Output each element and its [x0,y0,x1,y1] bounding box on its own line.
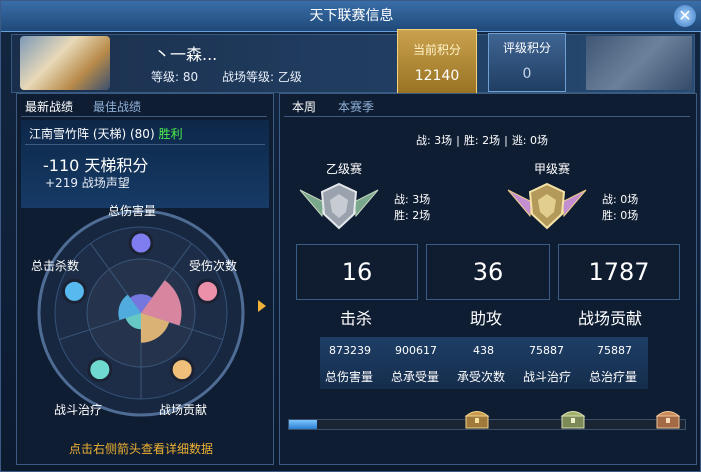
league-a-battles: 战: 0场 [602,193,639,206]
league-info-window: 天下联赛信息 ✕ 丶一森... 等级: 80 战场等级: 乙级 当前积分 121… [0,0,701,472]
battle-divider [25,144,265,145]
player-name: 丶一森... [154,45,218,64]
battle-title-line: 江南雪竹阵 (天梯) (80) 胜利 [29,125,183,142]
radar-label-combat-healing: 战斗治疗 [54,403,103,417]
detail-total-healing-label: 总治疗量 [589,370,638,384]
league-a-wins: 胜: 0场 [602,209,639,222]
radar-label-hits-taken: 受伤次数 [189,259,238,273]
radar-label-total-kills: 总击杀数 [31,259,80,273]
close-icon: ✕ [678,6,692,25]
rating-score-value: 0 [522,66,532,82]
reward-chest-2-lock [571,418,575,423]
league-a-emblem-right-wing [561,189,587,218]
league-b-title: 乙级赛 [326,162,363,176]
contribution-value: 1787 [588,258,650,286]
detail-total-taken-value: 900617 [395,344,437,357]
window-titlebar: 天下联赛信息 [1,1,701,32]
prestige-change: +219 战场声望 [45,176,130,190]
reward-chest-icon[interactable] [655,407,681,429]
detail-combat-healing-value: 75887 [529,344,564,357]
battle-result: 胜利 [158,127,183,141]
record-escapes: 逃: 0场 [511,134,549,147]
league-a-emblem-left-wing [507,189,533,218]
radar-orb-icon [87,357,113,383]
tab-this-season[interactable]: 本赛季 [338,96,374,118]
kills-label: 击杀 [340,309,373,328]
reward-chest-icon[interactable] [464,407,490,429]
left-panel: 最新战绩 最佳战绩 江南雪竹阵 (天梯) (80) 胜利 -110 天梯积分 +2… [16,93,274,465]
tab-this-week[interactable]: 本周 [292,96,316,118]
detail-total-damage-value: 873239 [329,344,371,357]
league-a-stats: 战: 0场 胜: 0场 [602,192,638,224]
radar-orb-icon [169,357,195,383]
league-b-emblem-left-wing [299,189,325,218]
reward-chest-2-lid [560,411,586,417]
kills-box: 16 [296,244,418,300]
league-a-emblem-icon [507,182,587,230]
week-record-bar: 战: 3场 | 胜: 2场 | 逃: 0场 [415,134,549,147]
record-wins: 胜: 2场 [463,134,501,147]
detail-total-healing-value: 75887 [597,344,632,357]
left-tabs-divider [21,116,267,117]
player-header: 丶一森... 等级: 80 战场等级: 乙级 [11,34,695,93]
player-avatar [20,36,110,90]
current-score-value: 12140 [414,68,460,84]
ladder-score-change: -110 天梯积分 [43,156,149,175]
league-b-stats: 战: 3场 胜: 2场 [394,192,430,224]
current-score-label: 当前积分 [412,43,461,57]
assists-box: 36 [426,244,550,300]
league-a-title: 甲级赛 [534,162,571,176]
rating-score-badge: 评级积分 0 [488,33,566,92]
radar-orb-icon [61,278,87,304]
contribution-label: 战场贡献 [578,309,643,328]
battlefield-level: 战场等级: 乙级 [221,70,302,84]
window-title: 天下联赛信息 [309,8,394,24]
battle-info: 江南雪竹阵 (天梯) (80) 胜利 -110 天梯积分 +219 战场声望 [21,120,269,208]
assists-value: 36 [472,258,504,286]
contribution-box: 1787 [558,244,680,300]
right-panel: 本周 本赛季 战: 3场 | 胜: 2场 | 逃: 0场 乙级赛 战: 3场 胜: 2场… [279,93,697,465]
detail-combat-healing-label: 战斗治疗 [523,370,572,384]
radar-orb-icon [195,278,221,304]
detail-hits-taken-value: 438 [473,344,494,357]
league-b-emblem-icon [299,182,379,230]
detail-total-damage-label: 总伤害量 [325,370,374,384]
expand-arrow-icon[interactable] [258,300,266,312]
header-banner-art [586,36,692,90]
reward-chest-3-lid [655,411,681,417]
kills-value: 16 [341,258,373,286]
detail-total-taken-label: 总承受量 [391,370,440,384]
detail-hits-taken-label: 承受次数 [457,370,506,384]
tab-best-record[interactable]: 最佳战绩 [93,96,141,118]
radar-label-contribution: 战场贡献 [159,403,208,417]
assists-label: 助攻 [470,309,503,328]
reward-chest-1-lock [475,418,479,423]
league-b-emblem-right-wing [353,189,379,218]
close-button[interactable]: ✕ [674,5,696,27]
league-b-wins: 胜: 2场 [394,209,431,222]
reward-chest-icon[interactable] [560,407,586,429]
battle-title: 江南雪竹阵 (天梯) (80) [29,127,155,141]
reward-progress-fill [289,420,317,429]
record-battles: 战: 3场 [415,134,453,147]
reward-chest-1-lid [464,411,490,417]
league-b-battles: 战: 3场 [394,193,431,206]
detail-hint[interactable]: 点击右侧箭头查看详细数据 [69,440,213,457]
right-tabs-divider [284,116,690,117]
player-level-line: 等级: 80 战场等级: 乙级 [151,68,322,85]
rating-score-label: 评级积分 [502,41,551,55]
radar-orb-icon [128,230,154,256]
tab-latest-record[interactable]: 最新战绩 [25,96,73,118]
reward-chest-3-lock [666,418,670,423]
player-level: 等级: 80 [151,70,199,84]
radar-label-total-damage: 总伤害量 [108,204,157,218]
